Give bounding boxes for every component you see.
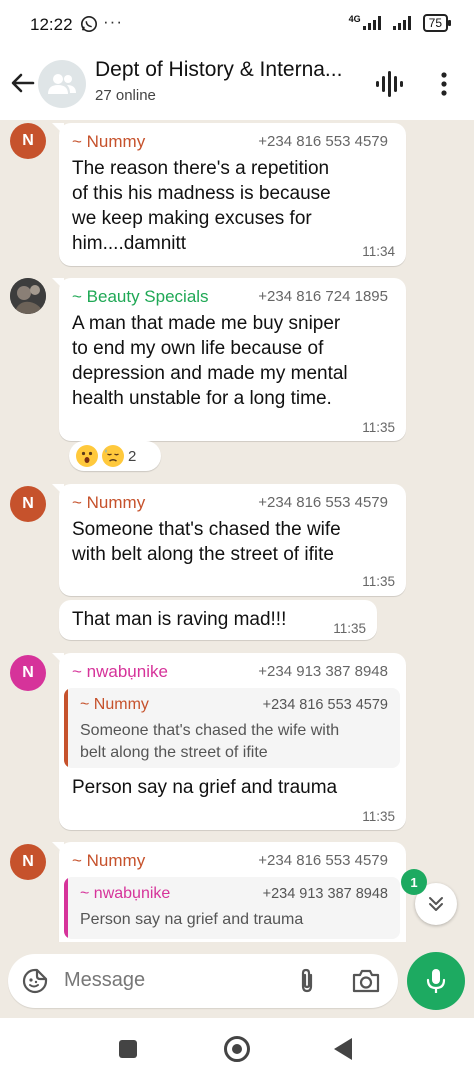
home-icon[interactable]: [224, 1036, 250, 1062]
message-line: A man that made me buy sniper: [72, 313, 341, 334]
sender-phone: +234 816 724 1895: [258, 288, 388, 305]
message-time: 11:35: [362, 420, 395, 435]
bubble-tail: [52, 653, 64, 665]
quote-bar: [64, 688, 68, 768]
sender-phone: +234 816 553 4579: [258, 852, 388, 869]
sender-avatar[interactable]: N: [10, 844, 46, 880]
message-line: Someone that's chased the wife: [72, 519, 341, 540]
quoted-message[interactable]: ~ Nummy +234 816 553 4579 Someone that's…: [64, 688, 400, 768]
message-bubble[interactable]: ~ Nummy +234 816 553 4579 ~ nwabụnike +2…: [52, 842, 406, 942]
sender-phone: +234 816 553 4579: [258, 494, 388, 511]
status-time: 12:22: [30, 15, 73, 34]
quoted-sender: ~ nwabụnike: [80, 885, 171, 902]
voice-message-button[interactable]: [407, 952, 465, 1010]
voice-chat-icon[interactable]: [373, 68, 405, 100]
recent-apps-icon[interactable]: [119, 1040, 137, 1058]
more-notifications-icon: ···: [103, 12, 123, 31]
back-icon[interactable]: [334, 1038, 352, 1060]
attach-icon[interactable]: [294, 967, 320, 995]
battery-icon: 75: [422, 14, 452, 32]
quote-bar: [64, 877, 68, 939]
bubble-tail: [52, 123, 64, 135]
sender-phone: +234 816 553 4579: [258, 133, 388, 150]
sender-name[interactable]: ~ Nummy: [72, 493, 145, 513]
bubble-tail: [52, 278, 64, 290]
message-bubble[interactable]: ~ nwabụnike +234 913 387 8948 ~ Nummy +2…: [52, 653, 406, 830]
profile-photo-icon: [10, 278, 46, 314]
message-text: That man is raving mad!!!: [72, 609, 287, 630]
back-arrow-icon[interactable]: [8, 68, 38, 98]
message-placeholder[interactable]: Message: [64, 969, 145, 992]
sender-avatar[interactable]: N: [10, 123, 46, 159]
quoted-message[interactable]: ~ nwabụnike +234 913 387 8948 Person say…: [64, 877, 400, 939]
unread-badge[interactable]: 1: [401, 869, 427, 895]
chat-area[interactable]: N ~ Nummy +234 816 553 4579 The reason t…: [0, 120, 474, 942]
message-bubble[interactable]: ~ Nummy +234 816 553 4579 The reason the…: [52, 123, 406, 266]
message-line: him....damnitt: [72, 233, 187, 254]
message-bubble[interactable]: ~ Beauty Specials +234 816 724 1895 A ma…: [52, 278, 406, 441]
system-navigation-bar: [0, 1018, 474, 1080]
message-time: 11:35: [333, 621, 366, 636]
bubble-tail: [52, 484, 64, 496]
network-type-label: 4G: [348, 14, 361, 24]
message-line: depression and made my mental: [72, 363, 348, 384]
message-text: Someone that's chased the wife with belt…: [72, 517, 341, 567]
quoted-line: belt along the street of ifite: [80, 744, 268, 761]
sender-phone: +234 913 387 8948: [258, 663, 388, 680]
double-chevron-down-icon: [429, 897, 443, 911]
message-bubble[interactable]: That man is raving mad!!! 11:35: [59, 600, 377, 640]
camera-icon[interactable]: [351, 968, 381, 994]
message-line: with belt along the street of ifite: [72, 544, 334, 565]
message-bubble[interactable]: ~ Nummy +234 816 553 4579 Someone that's…: [52, 484, 406, 596]
message-time: 11:35: [362, 809, 395, 824]
reactions-pill[interactable]: 2: [69, 441, 161, 471]
microphone-icon: [426, 969, 446, 993]
message-time: 11:35: [362, 574, 395, 589]
sticker-icon[interactable]: [22, 968, 48, 994]
astonished-face-icon: [76, 445, 98, 467]
sad-relieved-face-icon: [102, 445, 124, 467]
sender-avatar[interactable]: N: [10, 486, 46, 522]
message-line: health unstable for a long time.: [72, 388, 332, 409]
quoted-sender: ~ Nummy: [80, 696, 149, 713]
whatsapp-notification-icon: [80, 15, 98, 33]
sender-avatar-photo[interactable]: [10, 278, 46, 314]
signal-icon: [362, 16, 381, 30]
message-input[interactable]: Message: [8, 954, 398, 1008]
group-avatar[interactable]: [38, 60, 86, 108]
quoted-text: Someone that's chased the wife with belt…: [80, 720, 390, 764]
chat-header: Dept of History & Interna... 27 online: [0, 48, 474, 120]
message-line: of this his madness is because: [72, 183, 331, 204]
quoted-phone: +234 913 387 8948: [262, 886, 388, 902]
input-bar: Message: [0, 942, 474, 1018]
message-line: to end my own life because of: [72, 338, 324, 359]
group-icon: [48, 74, 76, 94]
chat-title[interactable]: Dept of History & Interna...: [95, 58, 360, 82]
message-text: The reason there's a repetition of this …: [72, 156, 331, 256]
message-line: we keep making excuses for: [72, 208, 312, 229]
sender-avatar[interactable]: N: [10, 655, 46, 691]
sender-name[interactable]: ~ Beauty Specials: [72, 287, 209, 307]
message-text: A man that made me buy sniper to end my …: [72, 311, 348, 411]
status-bar: 12:22 ··· 4G 75: [0, 0, 474, 48]
signal-icon-2: [392, 16, 411, 30]
sender-name[interactable]: ~ Nummy: [72, 132, 145, 152]
message-line: The reason there's a repetition: [72, 158, 330, 179]
bubble-tail: [52, 842, 64, 854]
quoted-phone: +234 816 553 4579: [262, 697, 388, 713]
online-count: 27 online: [95, 87, 156, 104]
quoted-text: Person say na grief and trauma: [80, 911, 304, 928]
sender-name[interactable]: ~ nwabụnike: [72, 662, 168, 682]
message-text: Person say na grief and trauma: [72, 777, 338, 798]
quoted-line: Someone that's chased the wife with: [80, 722, 340, 739]
more-options-icon[interactable]: [434, 68, 454, 100]
sender-name[interactable]: ~ Nummy: [72, 851, 145, 871]
reaction-count: 2: [128, 447, 137, 465]
message-time: 11:34: [362, 244, 395, 259]
